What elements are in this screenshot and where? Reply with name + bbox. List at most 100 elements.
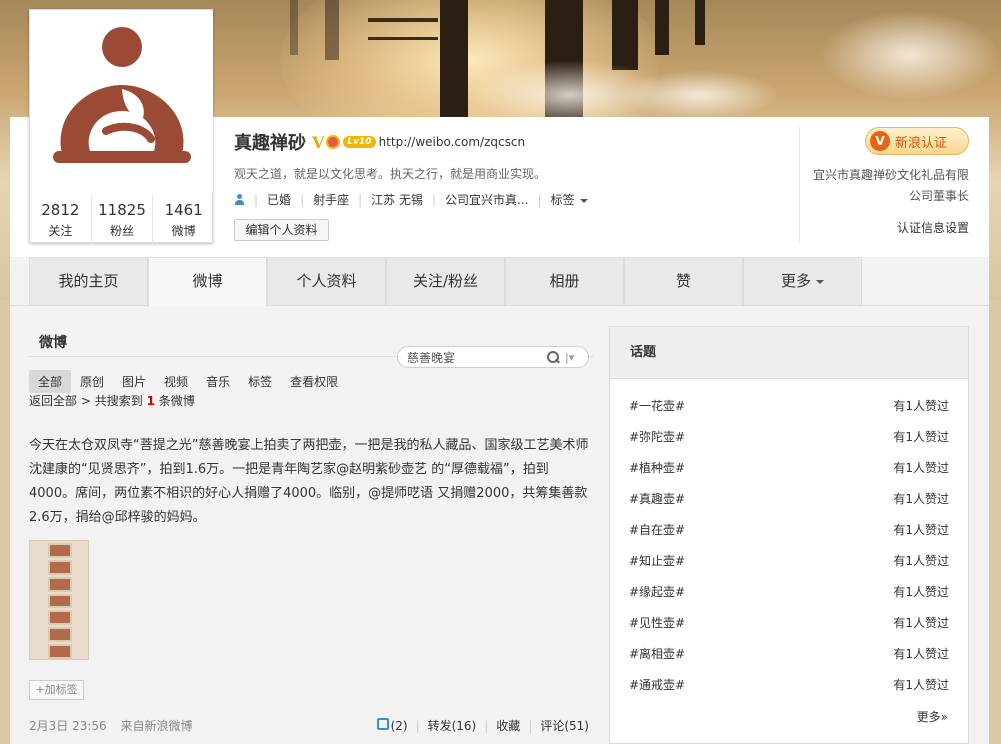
tag-marital: 已婚 [267, 193, 292, 207]
topic-link[interactable]: #植种壶# [629, 459, 685, 490]
topic-status: 有1人赞过 [893, 616, 949, 630]
count-weibo[interactable]: 1461 微博 [153, 195, 214, 243]
profile-name: 真趣禅砂 [234, 133, 306, 154]
vip-crown-icon[interactable] [326, 135, 341, 149]
topic-status: 有1人赞过 [893, 647, 949, 661]
profile-counts: 2812 关注 11825 粉丝 1461 微博 [30, 195, 214, 243]
verified-v-icon[interactable]: V [312, 133, 324, 152]
weibo-feed: 微博 |▾ 全部 原创 图片 视频 音乐 标签 查看权限 返回全部 > 共搜索到… [29, 322, 594, 744]
filter-all[interactable]: 全部 [29, 370, 72, 393]
topics-title: 话题 [610, 327, 968, 379]
result-count: 1 [146, 394, 155, 408]
chevron-down-icon [816, 279, 824, 284]
banner-mist [820, 10, 1000, 100]
repost-button[interactable]: 转发(16) [428, 717, 477, 734]
profile-tabs: 我的主页 微博 个人资料 关注/粉丝 相册 赞 更多 [29, 257, 862, 307]
post-time[interactable]: 2月3日 23:56 [29, 719, 107, 733]
profile-tags: | 已婚 | 射手座 | 江苏 无锡 | 公司宜兴市真... | 标签 [234, 191, 588, 208]
edit-profile-button[interactable]: 编辑个人资料 [234, 219, 329, 241]
topic-link[interactable]: #缘起壶# [629, 583, 685, 614]
avatar-logo-icon [53, 27, 191, 163]
add-tag-button[interactable]: +加标签 [29, 680, 84, 700]
verify-settings-link[interactable]: 认证信息设置 [897, 219, 969, 236]
tag-company[interactable]: 公司宜兴市真... [445, 191, 528, 208]
list-item: #通戒壶# 有1人赞过 [629, 676, 949, 707]
result-prefix: 共搜索到 [94, 394, 143, 408]
banner-tree [290, 0, 298, 55]
avatar[interactable] [31, 11, 213, 193]
topic-status: 有1人赞过 [893, 430, 949, 444]
list-item: #一花壶# 有1人赞过 [629, 397, 949, 428]
topic-link[interactable]: #见性壶# [629, 614, 685, 645]
tab-likes[interactable]: 赞 [624, 257, 743, 305]
tab-weibo[interactable]: 微博 [148, 257, 267, 307]
feed-search: |▾ [397, 346, 589, 368]
post-image[interactable] [29, 540, 89, 660]
topic-status: 有1人赞过 [893, 585, 949, 599]
topic-link[interactable]: #通戒壶# [629, 676, 685, 707]
filter-video[interactable]: 视频 [155, 370, 197, 393]
list-item: #弥陀壶# 有1人赞过 [629, 428, 949, 459]
banner-mist [620, 70, 780, 120]
tab-more-label: 更多 [780, 272, 811, 290]
list-item: #自在壶# 有1人赞过 [629, 521, 949, 552]
list-item: #知止壶# 有1人赞过 [629, 552, 949, 583]
like-button[interactable]: (2) [376, 718, 408, 733]
topics-more-link[interactable]: 更多» [917, 708, 948, 725]
tab-more[interactable]: 更多 [743, 257, 862, 305]
banner-tree [612, 0, 638, 70]
filter-original[interactable]: 原创 [71, 370, 113, 393]
topic-link[interactable]: #离相壶# [629, 645, 685, 676]
tag-dropdown-label: 标签 [550, 193, 575, 207]
banner-tree [695, 0, 705, 45]
tab-profile[interactable]: 个人资料 [267, 257, 386, 305]
feed-title: 微博 [39, 335, 67, 351]
topic-status: 有1人赞过 [893, 492, 949, 506]
filter-tag[interactable]: 标签 [239, 370, 281, 393]
count-number: 2812 [41, 201, 80, 219]
tag-dropdown[interactable]: 标签 [551, 191, 588, 208]
filter-permission[interactable]: 查看权限 [281, 370, 347, 393]
tab-album[interactable]: 相册 [505, 257, 624, 305]
feed-search-input[interactable] [407, 350, 547, 364]
feed-filters: 全部 原创 图片 视频 音乐 标签 查看权限 [29, 370, 347, 393]
chevron-down-icon [579, 198, 588, 203]
tab-home[interactable]: 我的主页 [29, 257, 148, 305]
topic-link[interactable]: #真趣壶# [629, 490, 685, 521]
verify-description: 宜兴市真趣禅砂文化礼品有限公司董事长 [812, 168, 969, 203]
verification-panel: V 新浪认证 宜兴市真趣禅砂文化礼品有限公司董事长 认证信息设置 [799, 127, 989, 242]
topic-status: 有1人赞过 [893, 523, 949, 537]
count-number: 1461 [164, 201, 203, 219]
list-item: #缘起壶# 有1人赞过 [629, 583, 949, 614]
search-dropdown-icon[interactable]: |▾ [565, 351, 574, 364]
chevron-right-icon: > [80, 394, 95, 408]
profile-url[interactable]: http://weibo.com/zqcscn [379, 135, 526, 149]
topics-panel: 话题 #一花壶# 有1人赞过 #弥陀壶# 有1人赞过 #植种壶# 有1人赞过 #真趣壶… [609, 326, 969, 744]
count-number: 11825 [98, 201, 146, 219]
topic-link[interactable]: #一花壶# [629, 397, 685, 428]
sina-verify-badge[interactable]: V 新浪认证 [865, 127, 969, 155]
back-all-link[interactable]: 返回全部 [29, 394, 77, 408]
topic-link[interactable]: #弥陀壶# [629, 428, 685, 459]
filter-music[interactable]: 音乐 [197, 370, 239, 393]
level-badge[interactable]: Lv10 [343, 136, 376, 148]
topic-status: 有1人赞过 [893, 461, 949, 475]
result-suffix: 条微博 [158, 394, 195, 408]
banner-bench [368, 18, 438, 40]
tab-follow[interactable]: 关注/粉丝 [386, 257, 505, 305]
topic-link[interactable]: #知止壶# [629, 552, 685, 583]
post-actions: (2) | 转发(16) | 收藏 | 评论(51) [376, 717, 589, 734]
favorite-button[interactable]: 收藏 [496, 717, 520, 734]
count-following[interactable]: 2812 关注 [30, 195, 92, 243]
comment-button[interactable]: 评论(51) [540, 717, 589, 734]
filter-image[interactable]: 图片 [113, 370, 155, 393]
topic-status: 有1人赞过 [893, 399, 949, 413]
count-label: 微博 [171, 224, 196, 238]
search-icon[interactable] [547, 351, 559, 363]
count-fans[interactable]: 11825 粉丝 [92, 195, 154, 243]
count-label: 关注 [48, 224, 73, 238]
post-source[interactable]: 来自新浪微博 [121, 719, 193, 733]
topic-link[interactable]: #自在壶# [629, 521, 685, 552]
list-item: #离相壶# 有1人赞过 [629, 645, 949, 676]
count-label: 粉丝 [110, 224, 135, 238]
